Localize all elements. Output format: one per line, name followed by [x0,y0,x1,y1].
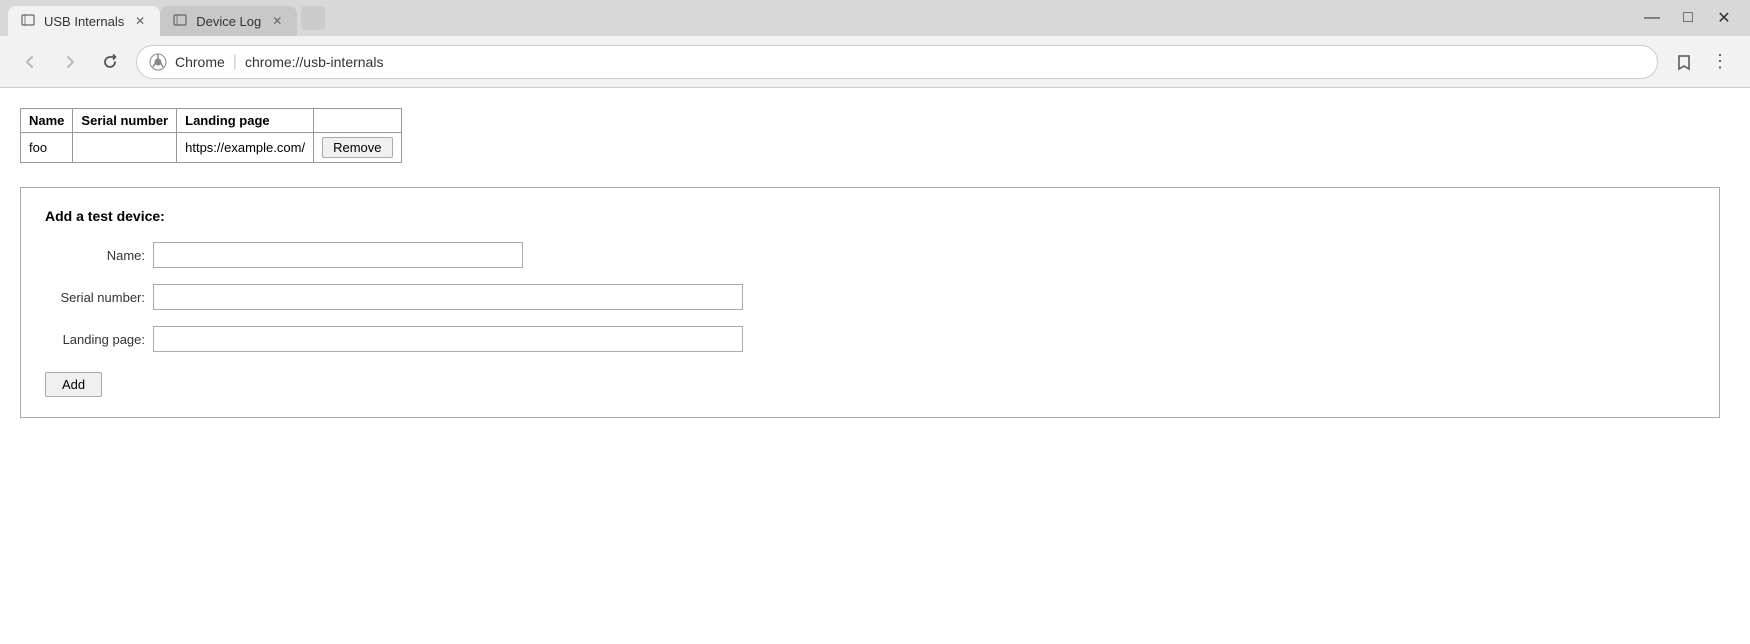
col-header-action [314,109,401,133]
back-button[interactable] [16,48,44,76]
minimize-button[interactable]: — [1642,9,1662,27]
landing-input[interactable] [153,326,743,352]
cell-action: Remove [314,133,401,163]
cell-serial [73,133,177,163]
col-header-serial: Serial number [73,109,177,133]
tab-device-log-close[interactable]: ✕ [269,13,285,29]
cell-landing: https://example.com/ [177,133,314,163]
col-header-name: Name [21,109,73,133]
window-controls: — □ ✕ [1642,8,1742,28]
serial-label: Serial number: [45,290,145,305]
tab-usb-internals-close[interactable]: ✕ [132,13,148,29]
maximize-button[interactable]: □ [1678,9,1698,27]
add-device-title: Add a test device: [45,208,1695,224]
serial-input[interactable] [153,284,743,310]
cell-name: foo [21,133,73,163]
col-header-landing: Landing page [177,109,314,133]
url-text: chrome://usb-internals [245,54,1645,70]
name-row: Name: [45,242,1695,268]
tab-icon-usb-internals [20,13,36,29]
bookmark-button[interactable] [1670,48,1698,76]
url-bar[interactable]: Chrome | chrome://usb-internals [136,45,1658,79]
add-device-box: Add a test device: Name: Serial number: … [20,187,1720,418]
reload-button[interactable] [96,48,124,76]
landing-label: Landing page: [45,332,145,347]
url-brand-label: Chrome [175,54,225,70]
menu-button[interactable]: ⋮ [1706,48,1734,76]
remove-button[interactable]: Remove [322,137,392,158]
new-tab-button[interactable] [301,6,325,30]
name-label: Name: [45,248,145,263]
tab-device-log[interactable]: Device Log ✕ [160,6,297,36]
address-bar: Chrome | chrome://usb-internals ⋮ [0,36,1750,88]
tab-usb-internals-label: USB Internals [44,14,124,29]
title-bar: USB Internals ✕ Device Log ✕ — □ ✕ [0,0,1750,36]
tab-device-log-label: Device Log [196,14,261,29]
name-input[interactable] [153,242,523,268]
add-button[interactable]: Add [45,372,102,397]
page-content: Name Serial number Landing page foo http… [0,88,1750,644]
landing-row: Landing page: [45,326,1695,352]
tab-icon-device-log [172,13,188,29]
chrome-logo-icon [149,53,167,71]
serial-row: Serial number: [45,284,1695,310]
url-separator: | [233,53,237,71]
table-row: foo https://example.com/ Remove [21,133,402,163]
tab-usb-internals[interactable]: USB Internals ✕ [8,6,160,36]
close-button[interactable]: ✕ [1714,8,1734,28]
forward-button[interactable] [56,48,84,76]
address-bar-actions: ⋮ [1670,48,1734,76]
device-table: Name Serial number Landing page foo http… [20,108,402,163]
